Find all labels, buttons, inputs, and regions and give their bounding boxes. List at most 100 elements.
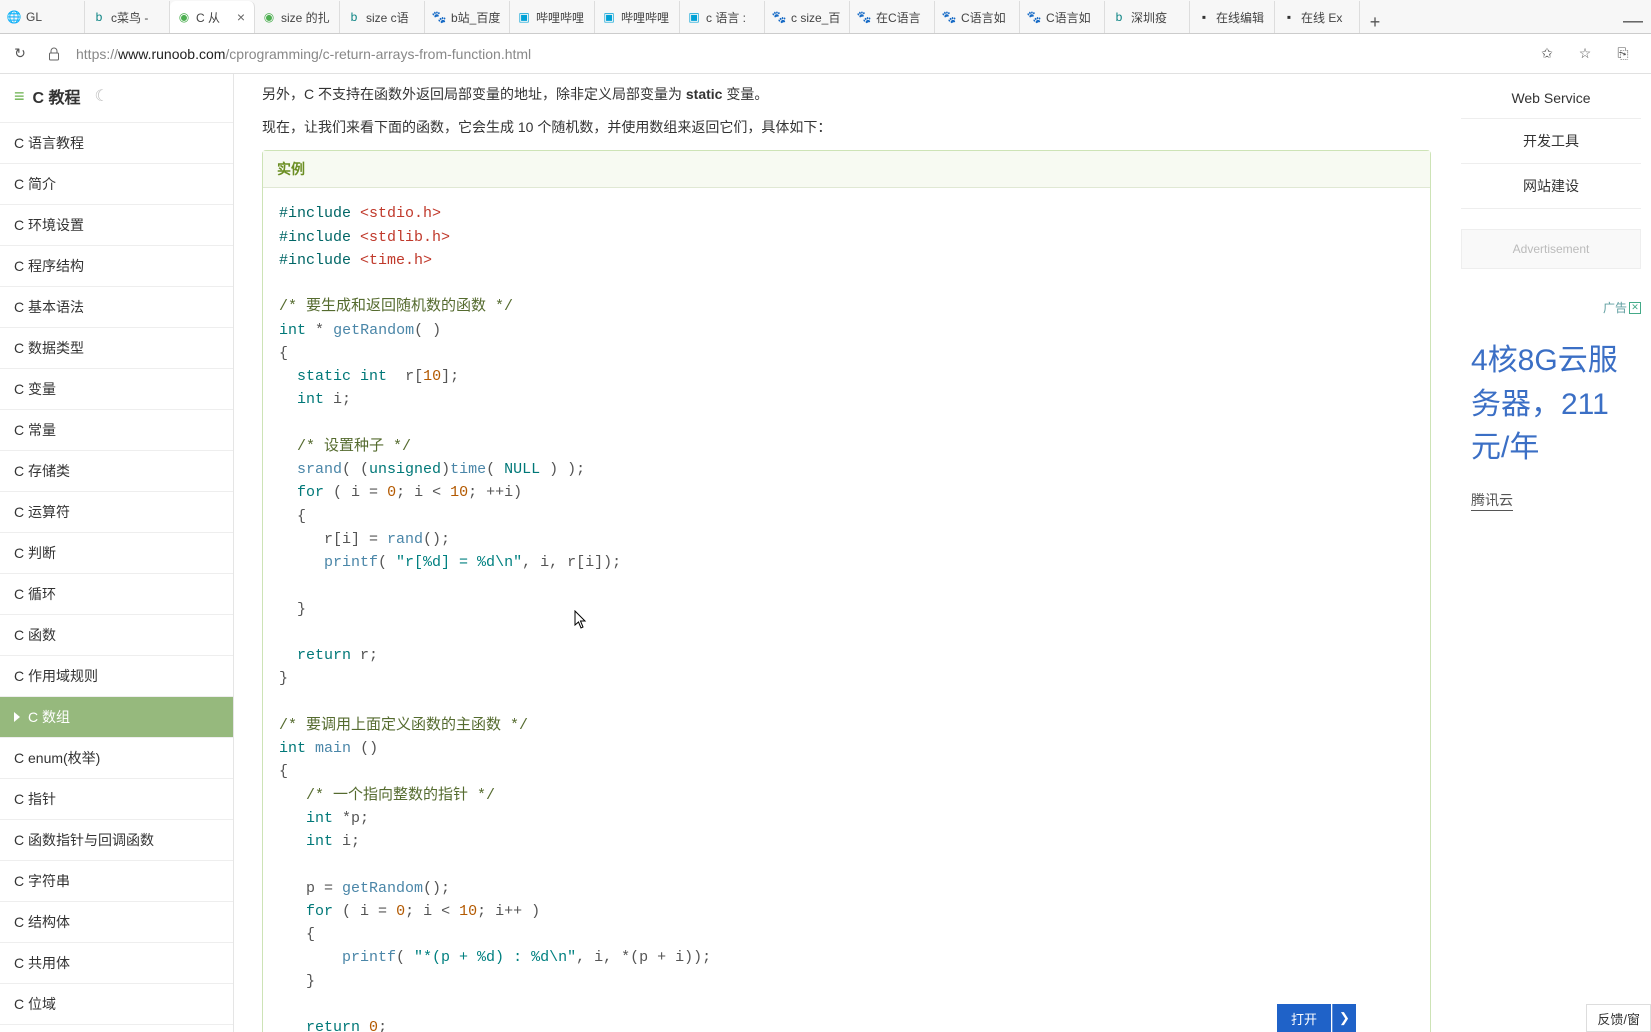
addr-actions: ✩ ☆ ⎘ xyxy=(1537,44,1643,64)
url-path: /cprogramming/c-return-arrays-from-funct… xyxy=(225,46,531,62)
float-open-button[interactable]: 打开 xyxy=(1277,1004,1331,1032)
runoob-icon: ◉ xyxy=(176,9,192,25)
right-link-website[interactable]: 网站建设 xyxy=(1461,164,1641,209)
sidebar-item-0[interactable]: C 语言教程 xyxy=(0,123,233,164)
sidebar-item-4[interactable]: C 基本语法 xyxy=(0,287,233,328)
url-text[interactable]: https://www.runoob.com/cprogramming/c-re… xyxy=(76,46,1527,62)
bilibili-icon: ▣ xyxy=(686,9,702,25)
page-action-icon[interactable]: ✩ xyxy=(1537,44,1557,64)
code-block: #include <stdio.h> #include <stdlib.h> #… xyxy=(263,188,1430,1032)
paragraph-2: 现在，让我们来看下面的函数，它会生成 10 个随机数，并使用数组来返回它们，具体… xyxy=(262,115,1431,140)
tab-label: C语言如 xyxy=(1046,9,1098,26)
para1-text-c: 变量。 xyxy=(722,86,768,102)
browser-tab-strip: 🌐GL bc菜鸟 - ◉C 从× ◉size 的扎 bsize c语 🐾b站_百… xyxy=(0,0,1651,34)
lock-icon[interactable] xyxy=(42,42,66,66)
baidu-icon: 🐾 xyxy=(941,9,957,25)
advertisement[interactable]: 广告 ✕ 4核8G云服务器，211元/年 腾讯云 xyxy=(1461,299,1641,619)
tab-1[interactable]: bc菜鸟 - xyxy=(85,1,170,33)
tab-label: C 从 xyxy=(196,9,230,26)
tab-label: c 语言 : xyxy=(706,9,758,26)
right-link-web-service[interactable]: Web Service xyxy=(1461,78,1641,119)
main-content: 另外，C 不支持在函数外返回局部变量的地址，除非定义局部变量为 static 变… xyxy=(234,74,1451,1032)
collections-icon[interactable]: ⎘ xyxy=(1613,44,1633,64)
tab-label: size 的扎 xyxy=(281,9,333,26)
list-icon: ≡ xyxy=(14,86,25,107)
favorite-icon[interactable]: ☆ xyxy=(1575,44,1595,64)
tab-5[interactable]: 🐾b站_百度 xyxy=(425,1,510,33)
page-body: ≡ C 教程 ☾ C 语言教程C 简介C 环境设置C 程序结构C 基本语法C 数… xyxy=(0,74,1651,1032)
code-icon: ▪ xyxy=(1196,9,1212,25)
sidebar-item-17[interactable]: C 函数指针与回调函数 xyxy=(0,820,233,861)
ad-brand[interactable]: 腾讯云 xyxy=(1471,490,1513,511)
tab-label: 哔哩哔哩 xyxy=(536,9,588,26)
bilibili-icon: ▣ xyxy=(601,9,617,25)
sidebar-item-20[interactable]: C 共用体 xyxy=(0,943,233,984)
tab-label: c菜鸟 - xyxy=(111,9,163,26)
feedback-button[interactable]: 反馈/窗 xyxy=(1586,1004,1651,1032)
tab-11[interactable]: 🐾C语言如 xyxy=(935,1,1020,33)
url-domain: www.runoob.com xyxy=(118,46,225,62)
sidebar-header: ≡ C 教程 ☾ xyxy=(0,74,233,123)
close-icon[interactable]: ✕ xyxy=(1629,302,1641,314)
tab-label: 在线编辑 xyxy=(1216,9,1268,26)
sidebar-item-13[interactable]: C 作用域规则 xyxy=(0,656,233,697)
tab-4[interactable]: bsize c语 xyxy=(340,1,425,33)
tab-label: c size_百 xyxy=(791,9,843,26)
code-icon: ▪ xyxy=(1281,9,1297,25)
sidebar-item-7[interactable]: C 常量 xyxy=(0,410,233,451)
lock-icon-svg xyxy=(46,46,62,62)
sidebar-item-12[interactable]: C 函数 xyxy=(0,615,233,656)
sidebar-item-8[interactable]: C 存储类 xyxy=(0,451,233,492)
para1-static-kw: static xyxy=(686,86,723,102)
right-column: Web Service 开发工具 网站建设 Advertisement 广告 ✕… xyxy=(1451,74,1651,1032)
tab-label: GL xyxy=(26,10,78,24)
sidebar-item-21[interactable]: C 位域 xyxy=(0,984,233,1025)
url-protocol: https:// xyxy=(76,46,118,62)
tab-label: C语言如 xyxy=(961,9,1013,26)
float-next-button[interactable]: ❯ xyxy=(1332,1004,1356,1032)
bing-icon: b xyxy=(91,9,107,25)
tab-12[interactable]: 🐾C语言如 xyxy=(1020,1,1105,33)
para1-text-a: 另外，C 不支持在函数外返回局部变量的地址，除非定义局部变量为 xyxy=(262,86,686,102)
tab-2-active[interactable]: ◉C 从 × xyxy=(170,1,255,33)
sidebar-item-10[interactable]: C 判断 xyxy=(0,533,233,574)
tab-0[interactable]: 🌐 GL xyxy=(0,1,85,33)
tab-10[interactable]: 🐾在C语言 xyxy=(850,1,935,33)
dark-mode-icon[interactable]: ☾ xyxy=(95,86,109,106)
refresh-icon[interactable]: ↻ xyxy=(8,42,32,66)
sidebar-item-18[interactable]: C 字符串 xyxy=(0,861,233,902)
tab-14[interactable]: ▪在线编辑 xyxy=(1190,1,1275,33)
ad-info[interactable]: 广告 ✕ xyxy=(1603,299,1641,316)
paragraph-1: 另外，C 不支持在函数外返回局部变量的地址，除非定义局部变量为 static 变… xyxy=(262,82,1431,107)
tab-label: size c语 xyxy=(366,9,418,26)
bing-icon: b xyxy=(346,9,362,25)
globe-icon: 🌐 xyxy=(6,9,22,25)
tab-label: 深圳疫 xyxy=(1131,9,1183,26)
close-icon[interactable]: × xyxy=(234,10,248,24)
sidebar-item-16[interactable]: C 指针 xyxy=(0,779,233,820)
sidebar-item-19[interactable]: C 结构体 xyxy=(0,902,233,943)
new-tab-button[interactable]: + xyxy=(1360,12,1390,33)
tab-7[interactable]: ▣哔哩哔哩 xyxy=(595,1,680,33)
tab-label: 在线 Ex xyxy=(1301,9,1353,26)
tab-6[interactable]: ▣哔哩哔哩 xyxy=(510,1,595,33)
sidebar: ≡ C 教程 ☾ C 语言教程C 简介C 环境设置C 程序结构C 基本语法C 数… xyxy=(0,74,234,1032)
sidebar-item-2[interactable]: C 环境设置 xyxy=(0,205,233,246)
sidebar-item-9[interactable]: C 运算符 xyxy=(0,492,233,533)
sidebar-item-3[interactable]: C 程序结构 xyxy=(0,246,233,287)
example-box: 实例 #include <stdio.h> #include <stdlib.h… xyxy=(262,150,1431,1032)
sidebar-item-1[interactable]: C 简介 xyxy=(0,164,233,205)
sidebar-item-5[interactable]: C 数据类型 xyxy=(0,328,233,369)
minimize-button[interactable]: — xyxy=(1623,10,1651,33)
sidebar-item-15[interactable]: C enum(枚举) xyxy=(0,738,233,779)
tab-15[interactable]: ▪在线 Ex xyxy=(1275,1,1360,33)
right-link-dev-tools[interactable]: 开发工具 xyxy=(1461,119,1641,164)
example-title: 实例 xyxy=(263,151,1430,188)
tab-8[interactable]: ▣c 语言 : xyxy=(680,1,765,33)
tab-9[interactable]: 🐾c size_百 xyxy=(765,1,850,33)
sidebar-item-14[interactable]: C 数组 xyxy=(0,697,233,738)
tab-13[interactable]: b深圳疫 xyxy=(1105,1,1190,33)
sidebar-item-11[interactable]: C 循环 xyxy=(0,574,233,615)
tab-3[interactable]: ◉size 的扎 xyxy=(255,1,340,33)
sidebar-item-6[interactable]: C 变量 xyxy=(0,369,233,410)
